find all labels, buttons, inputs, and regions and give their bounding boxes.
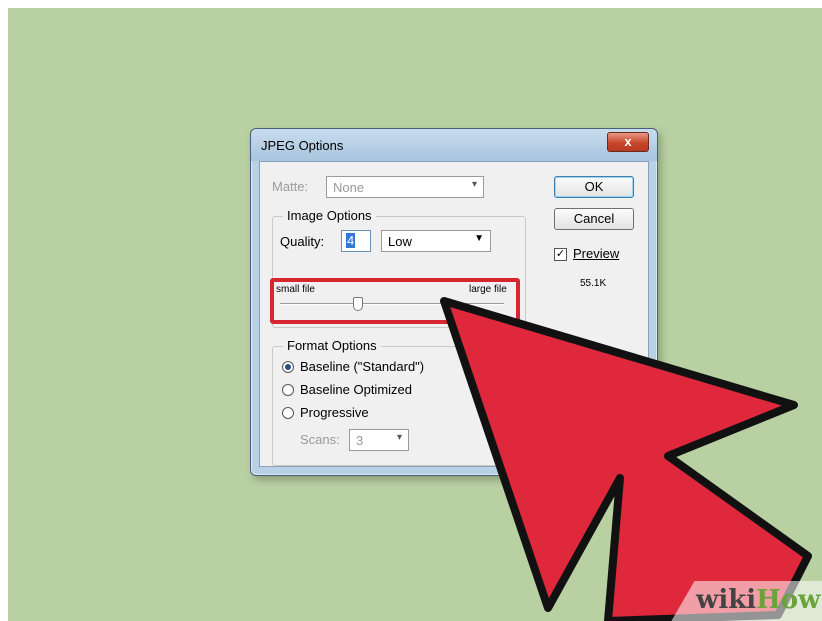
wikihow-watermark: wikiHow xyxy=(652,581,822,621)
watermark-how: How xyxy=(756,585,821,615)
background: JPEG Options x Matte: None ▾ Image Optio… xyxy=(8,8,822,621)
watermark-wiki: wiki xyxy=(696,585,757,615)
pointer-arrow-icon xyxy=(440,297,812,621)
